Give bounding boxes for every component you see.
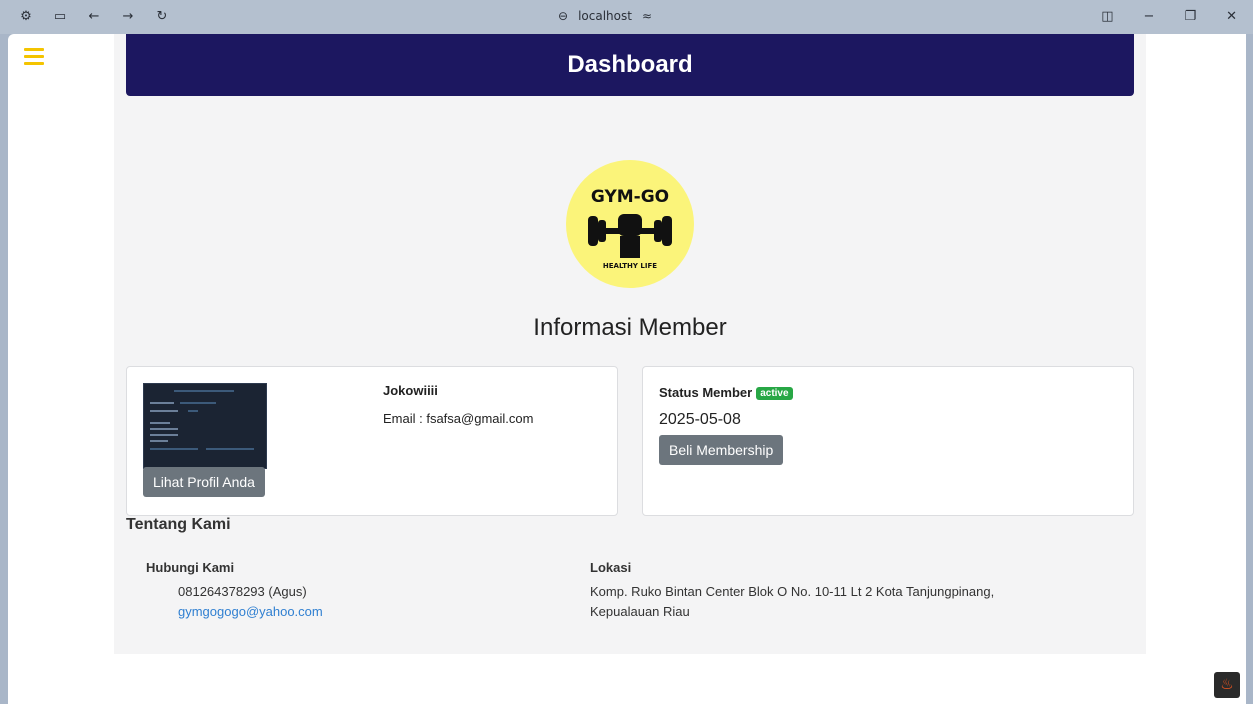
split-view-icon[interactable]: ◫ (1101, 9, 1113, 24)
close-icon[interactable]: ✕ (1226, 9, 1237, 24)
status-label-text: Status Member (659, 385, 753, 400)
menu-line (24, 48, 44, 51)
contact-info: 081264378293 (Agus) gymgogogo@yahoo.com (178, 582, 323, 622)
address-bar[interactable]: ⊖ localhost ≈ (558, 9, 652, 23)
member-name: Jokowiiii (383, 383, 438, 398)
restore-icon[interactable]: ❐ (1184, 9, 1196, 24)
contact-email-link[interactable]: gymgogogo@yahoo.com (178, 602, 323, 622)
menu-toggle-icon[interactable] (24, 48, 44, 65)
sidebar-toggle-icon[interactable]: ▭ (52, 9, 68, 25)
logo-top-text: GYM-GO (591, 187, 669, 207)
page-viewport: Dashboard GYM-GO HEALTHY LIFE Informasi … (8, 34, 1246, 704)
address-text[interactable]: localhost (578, 9, 632, 23)
location-title: Lokasi (590, 560, 632, 575)
membership-expiry-date: 2025-05-08 (659, 411, 741, 428)
menu-line (24, 62, 44, 65)
dashboard-content: Dashboard GYM-GO HEALTHY LIFE Informasi … (114, 34, 1146, 654)
location-address: Komp. Ruko Bintan Center Blok O No. 10-1… (590, 582, 994, 622)
back-icon[interactable]: ← (86, 9, 102, 25)
menu-line (24, 55, 44, 58)
refresh-icon[interactable]: ↻ (154, 9, 170, 25)
status-label: Status Member active (659, 385, 793, 400)
site-info-icon[interactable]: ⊖ (558, 9, 568, 23)
fire-icon[interactable]: ♨ (1214, 672, 1240, 698)
view-profile-button[interactable]: Lihat Profil Anda (143, 467, 265, 497)
profile-thumbnail (143, 383, 267, 469)
address-line-1: Komp. Ruko Bintan Center Blok O No. 10-1… (590, 584, 995, 599)
forward-icon[interactable]: → (120, 9, 136, 25)
browser-menu-icon[interactable]: ⚙ (18, 9, 34, 25)
status-badge: active (756, 387, 793, 400)
contact-title: Hubungi Kami (146, 560, 235, 575)
about-title: Tentang Kami (126, 516, 231, 533)
logo-bottom-text: HEALTHY LIFE (603, 262, 657, 270)
contact-phone: 081264378293 (Agus) (178, 584, 307, 599)
tune-icon[interactable]: ≈ (642, 9, 652, 23)
browser-toolbar: ⚙ ▭ ← → ↻ ⊖ localhost ≈ ◫ − ❐ ✕ (0, 0, 1253, 34)
minimize-icon[interactable]: − (1144, 9, 1155, 24)
section-title: Informasi Member (533, 314, 727, 341)
window-controls: ◫ − ❐ ✕ (1101, 9, 1237, 24)
buy-membership-button[interactable]: Beli Membership (659, 435, 784, 465)
page-title: Dashboard (126, 34, 1134, 96)
profile-card: Lihat Profil Anda Jokowiiii Email : fsaf… (126, 366, 618, 516)
membership-card: Status Member active 2025-05-08 Beli Memb… (642, 366, 1134, 516)
member-email: Email : fsafsa@gmail.com (383, 411, 534, 426)
browser-nav: ⚙ ▭ ← → ↻ (18, 9, 170, 25)
gym-logo: GYM-GO HEALTHY LIFE (566, 160, 694, 288)
address-line-2: Kepualauan Riau (590, 604, 690, 619)
